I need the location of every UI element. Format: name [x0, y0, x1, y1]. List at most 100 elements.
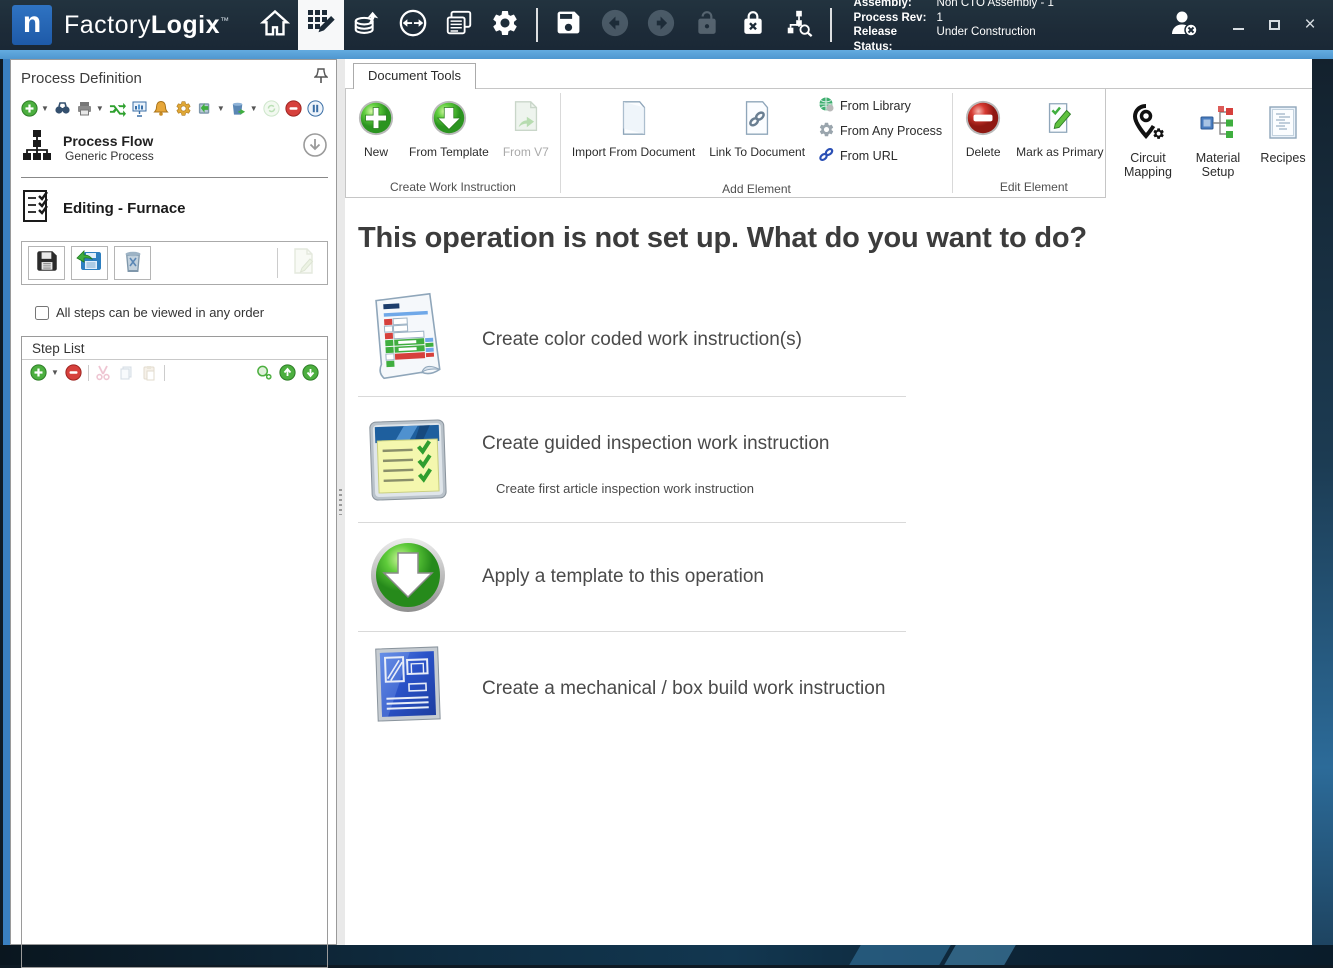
toolbar-divider: [536, 8, 538, 42]
chevron-down-icon[interactable]: ▼: [250, 104, 258, 113]
group-label: Edit Element: [957, 178, 1110, 197]
from-any-process-button[interactable]: From Any Process: [818, 120, 942, 141]
pin-icon[interactable]: [314, 68, 328, 89]
paste-icon[interactable]: [141, 364, 158, 381]
apply-template-icon: [368, 535, 448, 620]
save-as-icon: [76, 248, 104, 279]
cut-icon[interactable]: [95, 364, 112, 381]
gear-gold-icon[interactable]: [175, 100, 192, 117]
step-list-panel: Step List ▼: [21, 336, 328, 968]
delete-button[interactable]: Delete: [957, 93, 1009, 161]
link-to-document-button[interactable]: Link To Document: [702, 93, 812, 161]
material-setup-button[interactable]: Material Setup: [1186, 97, 1250, 198]
expand-down-icon[interactable]: [302, 132, 328, 163]
window-border-left: [0, 59, 10, 945]
home-button[interactable]: [252, 0, 298, 50]
group-add-element: Import From Document Link To Document Fr…: [561, 89, 952, 197]
add-step-icon[interactable]: [30, 364, 47, 381]
process-flow-subtitle: Generic Process: [65, 149, 302, 163]
chevron-down-icon[interactable]: ▼: [41, 104, 49, 113]
tab-document-tools[interactable]: Document Tools: [353, 63, 476, 89]
any-order-checkbox[interactable]: [35, 306, 49, 320]
documents-button[interactable]: [436, 0, 482, 50]
page-title: This operation is not set up. What do yo…: [358, 222, 1312, 255]
process-rev-value: 1: [937, 11, 943, 26]
guided-inspection-icon: [365, 413, 451, 514]
trash-export-icon[interactable]: [230, 100, 247, 117]
panel-splitter[interactable]: [337, 59, 345, 945]
remove-step-icon[interactable]: [65, 364, 82, 381]
print-icon[interactable]: [76, 100, 93, 117]
back-button[interactable]: [592, 0, 638, 50]
delete-icon: [964, 99, 1002, 142]
delete-step-button[interactable]: [114, 246, 151, 280]
circuit-mapping-button[interactable]: Circuit Mapping: [1114, 97, 1182, 198]
home-icon: [260, 8, 290, 43]
shuffle-icon[interactable]: [109, 100, 126, 117]
recipes-icon: [1265, 103, 1301, 148]
option-color-coded[interactable]: Create color coded work instruction(s): [358, 283, 918, 396]
ribbon-right-section: Circuit Mapping Material Setup Recipes: [1105, 88, 1312, 198]
settings-button[interactable]: [482, 0, 528, 50]
export-icon[interactable]: [197, 100, 214, 117]
process-flow-row[interactable]: Process Flow Generic Process: [21, 128, 328, 167]
refresh-icon[interactable]: [263, 100, 280, 117]
save-as-button[interactable]: [71, 246, 108, 280]
option-sub-label[interactable]: Create first article inspection work ins…: [496, 481, 829, 496]
chevron-down-icon[interactable]: ▼: [217, 104, 225, 113]
option-guided-inspection[interactable]: Create guided inspection work instructio…: [358, 397, 918, 522]
trash-icon: [121, 248, 145, 279]
mark-as-primary-button[interactable]: Mark as Primary: [1009, 93, 1110, 161]
user-logout-button[interactable]: [1167, 8, 1201, 43]
materials-button[interactable]: [344, 0, 390, 50]
option-label: Create color coded work instruction(s): [482, 329, 802, 350]
from-url-button[interactable]: From URL: [818, 145, 942, 166]
documents-icon: [444, 8, 474, 43]
zoom-add-icon[interactable]: [256, 364, 273, 381]
copy-icon[interactable]: [118, 364, 135, 381]
from-template-button[interactable]: From Template: [402, 93, 496, 161]
add-icon[interactable]: [21, 100, 38, 117]
color-coded-doc-icon: [368, 291, 448, 388]
new-button[interactable]: New: [350, 93, 402, 161]
pause-icon[interactable]: [307, 100, 324, 117]
forward-button[interactable]: [638, 0, 684, 50]
toolbar-divider: [830, 8, 832, 42]
save-step-button[interactable]: [28, 246, 65, 280]
presentation-icon[interactable]: [131, 100, 148, 117]
maximize-button[interactable]: [1265, 17, 1283, 34]
app-title: FactoryLogix™: [64, 11, 230, 40]
edit-document-button[interactable]: [284, 246, 321, 280]
bell-icon[interactable]: [153, 100, 170, 117]
option-label: Create guided inspection work instructio…: [482, 433, 829, 454]
save-button[interactable]: [546, 0, 592, 50]
search-icon[interactable]: [54, 100, 71, 117]
lock-button[interactable]: [730, 0, 776, 50]
unlock-button[interactable]: [684, 0, 730, 50]
import-from-document-button[interactable]: Import From Document: [565, 93, 702, 161]
move-up-icon[interactable]: [279, 364, 296, 381]
option-mechanical[interactable]: Create a mechanical / box build work ins…: [358, 632, 918, 745]
process-definition-panel: Process Definition ▼ ▼ ▼ ▼ Proc: [10, 59, 337, 945]
close-button[interactable]: ×: [1301, 14, 1319, 36]
from-library-button[interactable]: From Library: [818, 95, 942, 116]
minimize-button[interactable]: [1229, 17, 1247, 34]
move-down-icon[interactable]: [302, 364, 319, 381]
chevron-down-icon[interactable]: ▼: [51, 368, 59, 377]
recipes-button[interactable]: Recipes: [1254, 97, 1312, 198]
settings-gear-icon: [490, 8, 520, 43]
option-apply-template[interactable]: Apply a template to this operation: [358, 523, 918, 631]
from-v7-button[interactable]: From V7: [496, 93, 556, 161]
main-area: Document Tools New From Template From V7…: [345, 59, 1312, 945]
group-edit-element: Delete Mark as Primary Edit Element: [953, 89, 1114, 197]
editing-title: Editing - Furnace: [63, 200, 186, 217]
process-definition-button[interactable]: [298, 0, 344, 50]
process-audit-button[interactable]: [776, 0, 822, 50]
remove-icon[interactable]: [285, 100, 302, 117]
group-label: Create Work Instruction: [350, 178, 556, 197]
chevron-down-icon[interactable]: ▼: [96, 104, 104, 113]
forward-icon: [646, 8, 676, 43]
edit-document-icon: [290, 247, 316, 280]
link-document-icon: [742, 99, 772, 142]
sync-button[interactable]: [390, 0, 436, 50]
